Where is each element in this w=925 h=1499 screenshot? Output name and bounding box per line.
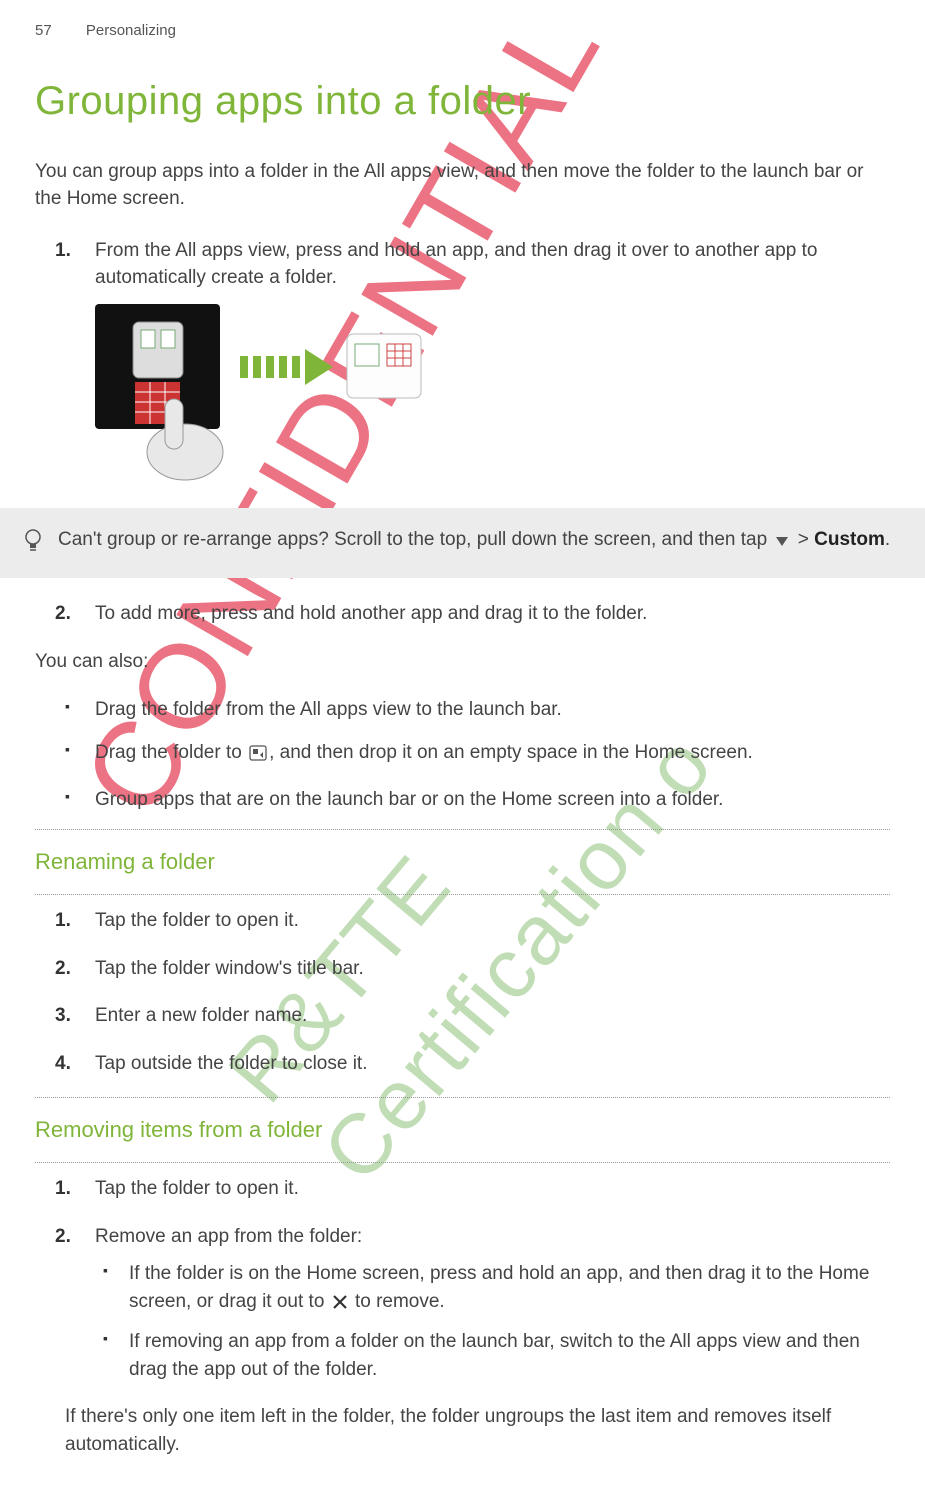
also-list: Drag the folder from the All apps view t… [35,696,890,814]
divider [35,829,890,830]
page-title: Grouping apps into a folder [35,72,890,130]
main-steps-list-cont: To add more, press and hold another app … [35,600,890,628]
tip-box: Can't group or re-arrange apps? Scroll t… [0,508,925,579]
intro-text: You can group apps into a folder in the … [35,158,890,213]
step-2-text: To add more, press and hold another app … [95,603,647,624]
also-item-3: Group apps that are on the launch bar or… [95,786,890,814]
page-header: 57 Personalizing [35,20,890,42]
divider [35,894,890,895]
divider [35,1162,890,1163]
lightbulb-icon [22,528,44,561]
removing-heading: Removing items from a folder [35,1110,890,1150]
removing-sub-list: If the folder is on the Home screen, pre… [95,1260,890,1383]
folder-drag-illustration [95,304,890,484]
removing-steps: Tap the folder to open it. Remove an app… [35,1175,890,1383]
renaming-step-4: Tap outside the folder to close it. [95,1050,890,1078]
step-1-text: From the All apps view, press and hold a… [95,240,817,289]
renaming-step-3: Enter a new folder name. [95,1002,890,1030]
removing-step-1: Tap the folder to open it. [95,1175,890,1203]
removing-sub-1: If the folder is on the Home screen, pre… [129,1260,890,1318]
also-item-1: Drag the folder from the All apps view t… [95,696,890,724]
final-note: If there's only one item left in the fol… [35,1403,890,1458]
dropdown-caret-icon [774,529,790,557]
removing-step-2: Remove an app from the folder: If the fo… [95,1223,890,1384]
renaming-step-2: Tap the folder window's title bar. [95,955,890,983]
renaming-step-1: Tap the folder to open it. [95,907,890,935]
also-item-2: Drag the folder to , and then drop it on… [95,739,890,770]
renaming-steps: Tap the folder to open it. Tap the folde… [35,907,890,1077]
tip-text: Can't group or re-arrange apps? Scroll t… [58,526,890,557]
widget-icon [249,742,267,770]
step-2: To add more, press and hold another app … [95,600,890,628]
page-number: 57 [35,20,52,42]
main-steps-list: From the All apps view, press and hold a… [35,237,890,484]
divider [35,1097,890,1098]
remove-x-icon [332,1291,348,1319]
removing-sub-2: If removing an app from a folder on the … [129,1328,890,1383]
section-name: Personalizing [86,22,176,39]
renaming-heading: Renaming a folder [35,842,890,882]
also-intro: You can also: [35,648,890,676]
step-1: From the All apps view, press and hold a… [95,237,890,484]
